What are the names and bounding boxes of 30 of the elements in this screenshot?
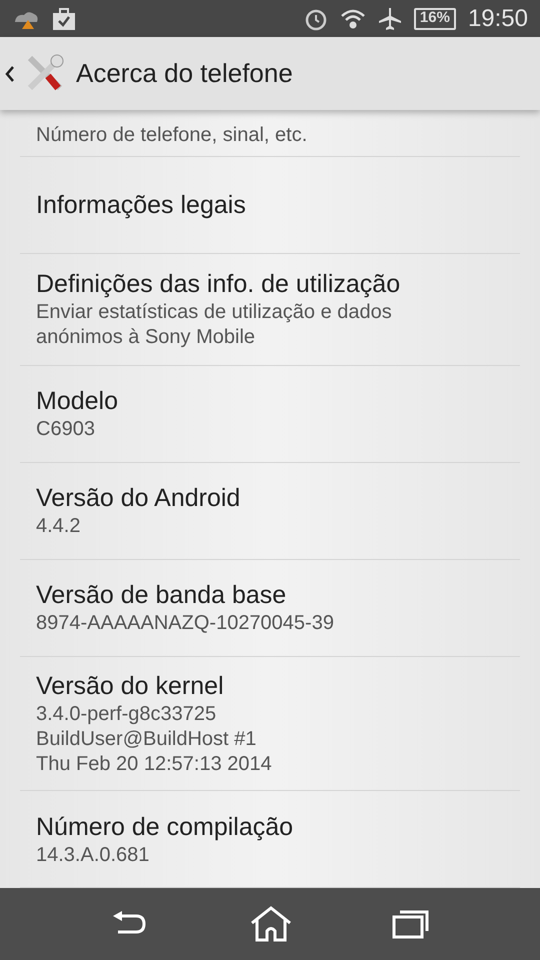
item-summary: C6903 xyxy=(36,417,96,442)
airplane-icon xyxy=(378,6,402,30)
settings-item[interactable]: Versão do kernel 3.4.0-perf-g8c33725 BuildUser@BuildHost #1 Thu Feb 20 12:57:13 2014 xyxy=(20,656,520,791)
clock: 19:50 xyxy=(468,4,528,34)
settings-item[interactable]: Versão de banda base 8974-AAAAANAZQ-10270045-39 xyxy=(20,560,520,657)
screen-title: Acerca do telefone xyxy=(76,57,293,90)
item-summary: 14.3.A.0.681 xyxy=(36,842,150,868)
item-title: Número de compilação xyxy=(36,812,294,842)
settings-item[interactable]: Versão do Android 4.4.2 xyxy=(20,462,520,560)
battery-indicator: 16% xyxy=(414,8,456,30)
item-summary: 8974-AAAAANAZQ-10270045-39 xyxy=(36,611,335,636)
home-icon[interactable] xyxy=(250,906,292,942)
settings-item[interactable]: Informações legais xyxy=(20,157,520,254)
recent-apps-icon[interactable] xyxy=(392,909,430,939)
wifi-icon xyxy=(340,6,366,30)
item-summary: 4.4.2 xyxy=(36,514,82,540)
briefcase-check-icon xyxy=(52,6,76,30)
settings-item[interactable]: Modelo C6903 xyxy=(20,366,520,463)
item-title: Informações legais xyxy=(36,190,247,222)
item-title: Modelo xyxy=(36,386,119,418)
item-title: Definições das info. de utilização xyxy=(36,269,402,300)
settings-item[interactable]: Número de telefone, sinal, etc. xyxy=(20,110,520,158)
item-title: Versão de banda base xyxy=(36,580,288,612)
item-summary: Número de telefone, sinal, etc. xyxy=(36,123,308,148)
item-summary: 3.4.0-perf-g8c33725 BuildUser@BuildHost #1 Thu Feb 20 12:57:13 2014 xyxy=(36,702,273,777)
item-title: Versão do kernel xyxy=(36,670,225,702)
settings-item[interactable]: Definições das info. de utilização Enviar estatísticas de utilização e dados anónimos à Sony Mobile xyxy=(20,254,520,366)
item-title: Versão do Android xyxy=(36,483,242,514)
back-caret-icon[interactable] xyxy=(5,64,15,82)
item-summary: Enviar estatísticas de utilização e dados anónimos à Sony Mobile xyxy=(36,300,393,350)
